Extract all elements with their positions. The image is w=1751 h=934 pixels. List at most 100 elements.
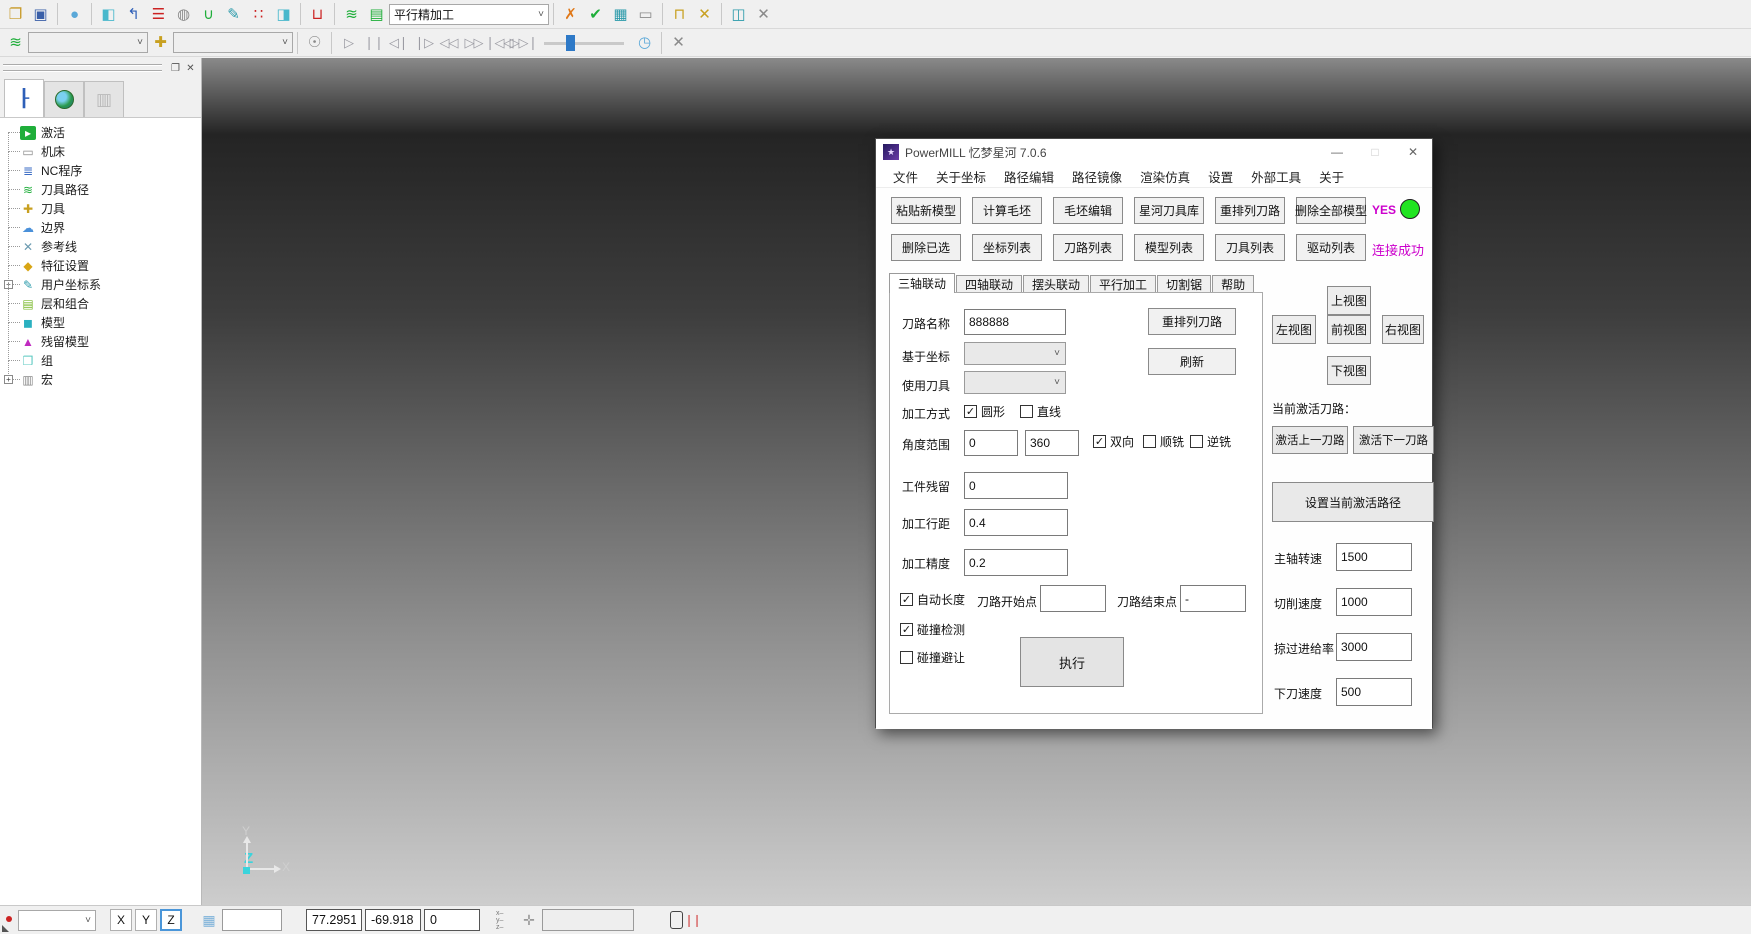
conventional-checkbox[interactable]: 逆铣 (1190, 433, 1231, 450)
collision-check-checkbox[interactable]: ✓ 碰撞检测 (900, 621, 965, 638)
angle-to-input[interactable] (1025, 430, 1079, 456)
bidirectional-checkbox[interactable]: ✓ 双向 (1093, 433, 1134, 450)
fast-forward-icon[interactable]: ▷▷ (461, 31, 486, 55)
transform-icon[interactable]: ✕ (692, 2, 717, 26)
calculator-icon[interactable]: ▦ (608, 2, 633, 26)
tool-holder-icon[interactable]: ⊔ (305, 2, 330, 26)
web-tab[interactable] (44, 81, 84, 117)
to-start-icon[interactable]: ❘◁◁ (486, 31, 511, 55)
tree-item-macros[interactable]: + ▥ 宏 (6, 370, 201, 389)
plunge-rate-input[interactable] (1336, 678, 1412, 706)
save-project-icon[interactable]: ▣ (28, 2, 53, 26)
axis-z-button[interactable]: Z (160, 909, 182, 931)
close-toolbar-icon[interactable]: ✕ (751, 2, 776, 26)
sim-speed-slider[interactable] (544, 34, 624, 52)
tolerance-input[interactable] (964, 549, 1068, 576)
angle-from-input[interactable] (964, 430, 1018, 456)
top-view-button[interactable]: 上视图 (1327, 286, 1371, 315)
cutting-speed-input[interactable] (1336, 588, 1412, 616)
tool-library-button[interactable]: 星河刀具库 (1134, 197, 1204, 224)
calc-block-button[interactable]: 计算毛坯 (972, 197, 1042, 224)
coord-y-field[interactable] (365, 909, 421, 931)
dialog-titlebar[interactable]: ★ PowerMILL 忆梦星河 7.0.6 — □ ✕ (876, 139, 1432, 165)
tool-list-button[interactable]: 刀具列表 (1215, 234, 1285, 261)
tree-item-groups[interactable]: ❒ 组 (6, 351, 201, 370)
based-coord-combobox[interactable]: ˅ (964, 342, 1066, 365)
points-icon[interactable]: ∷ (246, 2, 271, 26)
coord-z-field[interactable] (424, 909, 480, 931)
tree-item-stock-models[interactable]: ▲ 残留模型 (6, 332, 201, 351)
collision-tool-icon[interactable]: ✗ (558, 2, 583, 26)
toolpath-name-input[interactable] (964, 309, 1066, 335)
rearrange-toolpaths-button[interactable]: 重排列刀路 (1215, 197, 1285, 224)
execute-button[interactable]: 执行 (1020, 637, 1124, 687)
refresh-button[interactable]: 刷新 (1148, 348, 1236, 375)
grid-size-input[interactable] (222, 909, 282, 931)
expand-plus-icon[interactable]: + (4, 375, 13, 384)
tree-item-workplanes[interactable]: + ✎ 用户坐标系 (6, 275, 201, 294)
menu-path-mirror[interactable]: 路径镜像 (1063, 165, 1131, 188)
paste-new-model-button[interactable]: 粘贴新模型 (891, 197, 961, 224)
boundary-u-icon[interactable]: ∪ (196, 2, 221, 26)
menu-path-edit[interactable]: 路径编辑 (995, 165, 1063, 188)
auto-length-checkbox[interactable]: ✓ 自动长度 (900, 591, 965, 608)
tree-item-activate[interactable]: ▸ 激活 (6, 123, 201, 142)
rewind-icon[interactable]: ◁◁ (436, 31, 461, 55)
z-level-icon[interactable]: ☰ (146, 2, 171, 26)
pattern-edit-icon[interactable]: ✎ (221, 2, 246, 26)
block-icon[interactable]: ◧ (96, 2, 121, 26)
front-view-button[interactable]: 前视图 (1327, 315, 1371, 344)
set-active-path-button[interactable]: 设置当前激活路径 (1272, 482, 1434, 522)
step-forward-icon[interactable]: ❘▷ (411, 31, 436, 55)
stock-models-icon[interactable]: ◫ (726, 2, 751, 26)
locate-icon[interactable]: ✛ (516, 909, 542, 931)
slider-thumb[interactable] (566, 35, 575, 51)
shaded-view-icon[interactable]: ● (62, 2, 87, 26)
close-icon[interactable]: ✕ (1394, 139, 1432, 165)
sim-tool-combobox[interactable]: ˅ (173, 32, 293, 53)
menu-file[interactable]: 文件 (884, 165, 927, 188)
pause-icon[interactable]: ❘❘ (361, 31, 386, 55)
tab-saw[interactable]: 切割锯 (1157, 275, 1211, 293)
spindle-speed-input[interactable] (1336, 543, 1412, 571)
bottom-view-button[interactable]: 下视图 (1327, 356, 1371, 385)
menu-external-tools[interactable]: 外部工具 (1242, 165, 1310, 188)
menu-about-coords[interactable]: 关于坐标 (927, 165, 995, 188)
drive-list-button[interactable]: 驱动列表 (1296, 234, 1366, 261)
toolpath-list-button[interactable]: 刀路列表 (1053, 234, 1123, 261)
menu-render-sim[interactable]: 渲染仿真 (1131, 165, 1199, 188)
checkbox-box[interactable] (1143, 435, 1156, 448)
clock-icon[interactable]: ◷ (632, 31, 657, 55)
line-checkbox[interactable]: 直线 (1020, 403, 1061, 420)
tab-3axis[interactable]: 三轴联动 (889, 273, 955, 293)
close-toolbar-icon[interactable]: ✕ (666, 31, 691, 55)
circle-checkbox[interactable]: ✓ 圆形 (964, 403, 1005, 420)
recycle-tab[interactable]: ▥ (84, 81, 124, 117)
stepover-input[interactable] (964, 509, 1068, 536)
checkbox-box[interactable]: ✓ (1093, 435, 1106, 448)
right-view-button[interactable]: 右视图 (1382, 315, 1424, 344)
rapid-move-icon[interactable]: ↰ (121, 2, 146, 26)
tree-item-nc-programs[interactable]: ≣ NC程序 (6, 161, 201, 180)
use-tool-combobox[interactable]: ˅ (964, 371, 1066, 394)
status-combobox[interactable]: ˅ (18, 910, 96, 931)
ball-tool-icon[interactable]: ◍ (171, 2, 196, 26)
tree-item-machine[interactable]: ▭ 机床 (6, 142, 201, 161)
to-end-icon[interactable]: ▷▷❘ (511, 31, 536, 55)
tree-item-patterns[interactable]: ✕ 参考线 (6, 237, 201, 256)
delete-all-models-button[interactable]: 删除全部模型 (1296, 197, 1366, 224)
checkbox-box[interactable]: ✓ (964, 405, 977, 418)
tree-item-models[interactable]: ◼ 模型 (6, 313, 201, 332)
tab-4axis[interactable]: 四轴联动 (956, 275, 1022, 293)
collision-avoid-checkbox[interactable]: 碰撞避让 (900, 649, 965, 666)
bulb-icon[interactable]: ☉ (302, 31, 327, 55)
end-point-input[interactable] (1180, 585, 1246, 612)
menu-about[interactable]: 关于 (1310, 165, 1353, 188)
panel-close-icon[interactable]: ✕ (183, 61, 198, 75)
stock-remain-input[interactable] (964, 472, 1068, 499)
left-view-button[interactable]: 左视图 (1272, 315, 1316, 344)
rearrange-button[interactable]: 重排列刀路 (1148, 308, 1236, 335)
tab-tilt-head[interactable]: 摆头联动 (1023, 275, 1089, 293)
block-edit-icon[interactable]: ◨ (271, 2, 296, 26)
axis-x-button[interactable]: X (110, 909, 132, 931)
